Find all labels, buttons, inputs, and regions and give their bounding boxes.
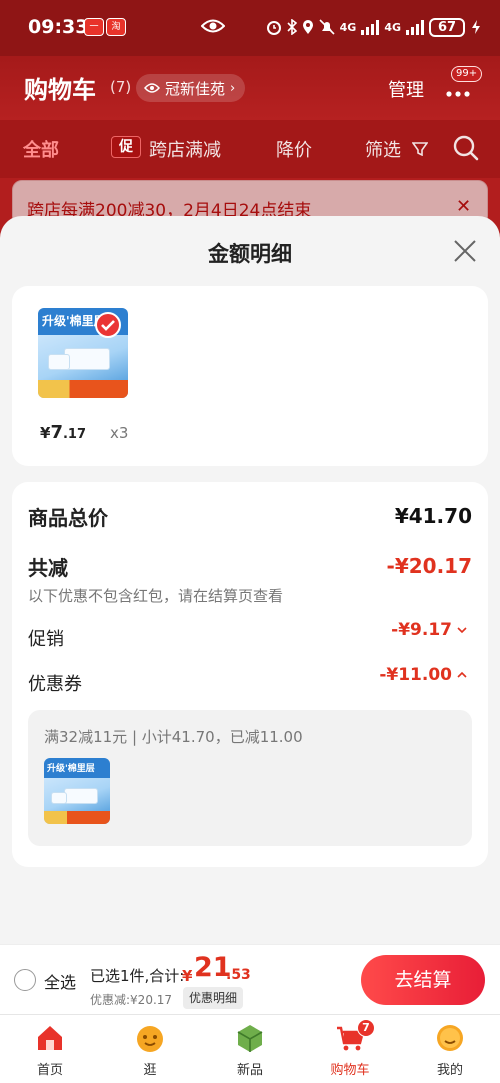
nav-cart[interactable]: 购物车 (300, 1015, 400, 1083)
nav-label: 首页 (36, 1063, 63, 1078)
discount-detail-button[interactable]: 优惠明细 (183, 987, 244, 1009)
tab-filter[interactable]: 筛选 (365, 136, 401, 162)
chevron-right-icon: › (230, 80, 236, 96)
location-icon (302, 20, 313, 34)
tab-price-drop[interactable]: 降价 (276, 136, 312, 162)
coupon-label: 优惠券 (28, 674, 82, 695)
checkout-button[interactable]: 去结算 (361, 955, 485, 1005)
page-title: 购物车 (24, 76, 96, 104)
bottom-navigation: 首页 逛 新品 购物车 7 我的 (0, 1014, 500, 1083)
address-label: 冠新佳苑 (165, 79, 226, 98)
search-icon[interactable] (452, 134, 480, 162)
network-4g-label: 4G (339, 20, 357, 34)
taobao-notification-icon: 淘 (106, 18, 126, 36)
select-all-radio[interactable] (14, 969, 36, 991)
eye-icon (144, 83, 160, 93)
explore-icon (137, 1026, 163, 1052)
bluetooth-icon (287, 19, 297, 35)
mute-bell-icon (319, 19, 335, 35)
promo-tag-icon: 促 (111, 136, 141, 158)
selected-summary: 已选1件,合计: (90, 967, 185, 985)
product-quantity: x3 (110, 424, 129, 442)
chevron-up-icon (457, 671, 467, 678)
reduction-note: 以下优惠不包含红包，请在结算页查看 (28, 587, 284, 605)
cart-count: (7) (110, 78, 132, 96)
nav-label: 我的 (436, 1063, 463, 1078)
total-price-label: 商品总价 (28, 506, 108, 530)
nav-label: 新品 (236, 1063, 263, 1078)
nav-profile[interactable]: 我的 (400, 1015, 500, 1083)
close-icon[interactable]: ✕ (456, 196, 471, 217)
coupon-product-thumbnail: 升级'棉里层 (44, 758, 110, 824)
nav-label: 购物车 (330, 1063, 370, 1078)
home-icon (38, 1026, 62, 1050)
selected-check-icon (95, 312, 121, 338)
coupon-detail-box: 满32减11元 | 小计41.70，已减11.00 升级'棉里层 (28, 710, 472, 846)
amount-detail-card: 商品总价 ¥41.70 共减 -¥20.17 以下优惠不包含红包，请在结算页查看… (12, 482, 488, 867)
product-price: ¥7.17 (40, 422, 86, 443)
sheet-title: 金额明细 (208, 242, 292, 266)
close-icon[interactable] (452, 238, 478, 264)
filter-bar: 全部 促 跨店满减 降价 筛选 (0, 120, 500, 178)
nav-new[interactable]: 新品 (200, 1015, 300, 1083)
select-all-label[interactable]: 全选 (44, 969, 76, 993)
total-reduction-value: -¥20.17 (386, 554, 472, 578)
battery-icon: 67 (429, 17, 465, 37)
promotion-value: -¥9.17 (391, 620, 452, 640)
coupon-thumbnail-text: 升级'棉里层 (47, 764, 95, 774)
status-bar: 09:33 一 淘 4G 4G 67 (0, 0, 500, 56)
coupon-description: 满32减11元 | 小计41.70，已减11.00 (44, 728, 303, 746)
message-badge: 99+ (451, 66, 483, 82)
discount-summary: 优惠减:¥20.17 (90, 993, 173, 1007)
app-notification-icon: 一 (84, 18, 104, 36)
manage-button[interactable]: 管理 (388, 76, 424, 102)
status-time: 09:33 (28, 16, 89, 38)
total-amount-decimal: .53 (226, 967, 251, 983)
filter-icon (412, 142, 428, 156)
signal-icon-2 (406, 19, 424, 35)
checkout-bar: 全选 已选1件,合计: ¥ 21 .53 优惠减:¥20.17 优惠明细 去结算 (0, 944, 500, 1014)
tab-all[interactable]: 全部 (23, 136, 59, 162)
coupon-value: -¥11.00 (379, 665, 452, 685)
network-4g-label-2: 4G (384, 20, 401, 34)
promotion-label: 促销 (28, 629, 64, 650)
total-reduction-label: 共减 (28, 556, 68, 580)
promotion-row-toggle[interactable]: -¥9.17 (391, 620, 468, 640)
cart-header: 购物车 (7) 冠新佳苑 › 管理 99+ (0, 56, 500, 120)
nav-label: 逛 (143, 1063, 157, 1078)
coupon-row-toggle[interactable]: -¥11.00 (379, 665, 468, 685)
nav-home[interactable]: 首页 (0, 1015, 100, 1083)
product-card: 升级'棉里层 ¥7.17 x3 (12, 286, 488, 466)
eye-icon (201, 19, 225, 33)
charging-icon (472, 20, 480, 34)
nav-explore[interactable]: 逛 (100, 1015, 200, 1083)
cart-badge: 7 (357, 1019, 375, 1037)
total-price-value: ¥41.70 (394, 504, 472, 528)
signal-icon (361, 19, 380, 35)
alarm-icon (266, 21, 281, 35)
status-icons: 4G 4G 67 (266, 16, 482, 38)
tab-cross-store[interactable]: 跨店满减 (149, 136, 221, 162)
new-products-icon (237, 1025, 263, 1052)
total-currency: ¥ (182, 967, 193, 985)
profile-icon (437, 1025, 463, 1051)
address-selector[interactable]: 冠新佳苑 › (136, 74, 246, 102)
chevron-down-icon (457, 627, 467, 634)
